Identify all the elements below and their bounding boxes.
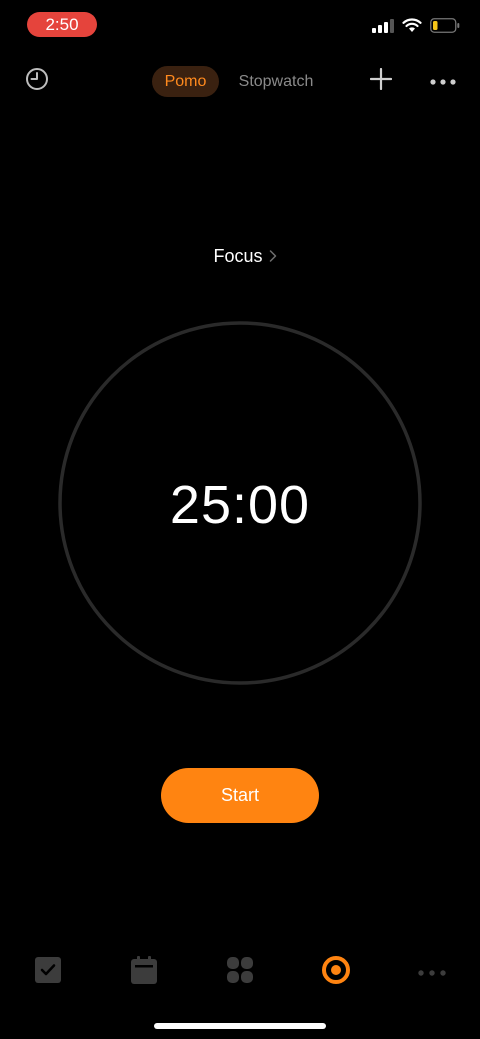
checkbox-icon	[35, 956, 61, 988]
wifi-icon	[402, 18, 422, 38]
more-options-button[interactable]	[428, 66, 458, 96]
battery-low-icon	[430, 18, 460, 38]
chevron-right-icon	[269, 250, 277, 262]
tab-stopwatch[interactable]: Stopwatch	[228, 66, 324, 97]
pomo-target-icon	[322, 955, 350, 989]
cellular-signal-icon	[372, 18, 394, 38]
focus-label: Focus	[213, 245, 263, 266]
plus-icon	[369, 67, 393, 95]
nav-more[interactable]	[416, 956, 448, 988]
status-icons	[372, 18, 460, 38]
focus-selector[interactable]: Focus	[0, 243, 480, 269]
history-clock-icon	[25, 67, 49, 96]
timer-display: 25:00	[169, 475, 311, 535]
start-button[interactable]: Start	[161, 768, 319, 823]
home-indicator[interactable]	[154, 1023, 326, 1029]
nav-apps[interactable]	[224, 956, 256, 988]
four-leaf-grid-icon	[227, 956, 253, 988]
status-time-badge[interactable]: 2:50	[27, 12, 97, 37]
more-dots-icon	[418, 963, 446, 981]
add-button[interactable]	[366, 66, 396, 96]
history-button[interactable]	[22, 66, 52, 96]
more-horizontal-icon	[430, 72, 456, 90]
calendar-icon	[131, 955, 157, 989]
nav-tasks[interactable]	[32, 956, 64, 988]
nav-pomo[interactable]	[320, 955, 352, 989]
tab-pomo[interactable]: Pomo	[152, 66, 219, 97]
nav-calendar[interactable]	[128, 955, 160, 989]
